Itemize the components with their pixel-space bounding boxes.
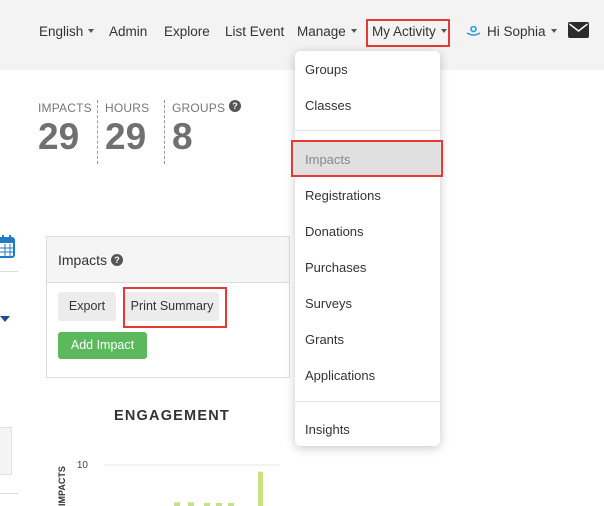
impacts-item-highlight [291,140,443,177]
user-avatar-icon [466,24,481,39]
chevron-down-icon [350,29,357,34]
export-button[interactable]: Export [58,292,116,321]
chart-bar [258,471,263,506]
dropdown-item-donations[interactable]: Donations [305,224,364,239]
chevron-down-icon [88,29,95,34]
stat-divider [164,100,165,164]
calendar-icon[interactable] [0,235,15,264]
dropdown-item-surveys[interactable]: Surveys [305,296,352,311]
dropdown-divider [295,401,440,402]
engagement-chart: IMPACTS 10 [57,460,280,506]
hours-stat-label: HOURS [105,101,150,115]
divider [0,271,18,272]
language-menu[interactable]: English [39,24,95,39]
impacts-panel-title: Impacts [58,252,108,268]
chart-bar [188,502,194,506]
language-label: English [39,24,84,39]
hours-stat-value: 29 [105,116,147,157]
chart-bars [174,471,263,506]
divider [0,493,18,494]
explore-link[interactable]: Explore [164,24,210,39]
help-icon[interactable]: ? [111,254,124,267]
chart-bar [174,502,180,506]
my-activity-highlight [366,19,450,47]
impacts-panel-header: Impacts? [47,237,289,283]
side-panel-edge [0,427,12,475]
impacts-stat-label: IMPACTS [38,101,92,115]
chevron-down-icon[interactable] [0,316,10,322]
dropdown-divider [295,130,440,131]
list-event-link[interactable]: List Event [225,24,284,39]
impacts-stat-value: 29 [38,116,80,157]
admin-link[interactable]: Admin [109,24,147,39]
manage-label: Manage [297,24,346,39]
dropdown-item-insights[interactable]: Insights [305,422,350,437]
chart-y-tick-label: 10 [77,460,89,471]
my-activity-dropdown: Groups Classes Impacts Registrations Don… [295,51,440,446]
groups-help-icon[interactable]: ? [229,100,241,112]
groups-stat-label: GROUPS [172,101,226,115]
dropdown-item-grants[interactable]: Grants [305,332,344,347]
envelope-icon[interactable] [568,22,589,43]
chart-y-axis-label: IMPACTS [57,466,67,506]
greeting-label: Hi Sophia [487,24,546,39]
add-impact-button[interactable]: Add Impact [58,332,147,359]
groups-stat-value: 8 [172,116,193,157]
dropdown-item-registrations[interactable]: Registrations [305,188,381,203]
user-menu[interactable]: Hi Sophia [466,24,557,40]
dropdown-item-applications[interactable]: Applications [305,368,375,383]
manage-menu[interactable]: Manage [297,24,357,39]
dropdown-item-groups[interactable]: Groups [305,62,348,77]
chart-title: ENGAGEMENT [114,408,230,424]
dropdown-item-purchases[interactable]: Purchases [305,260,366,275]
chevron-down-icon [550,29,557,34]
dropdown-item-classes[interactable]: Classes [305,98,351,113]
print-summary-highlight [123,287,227,328]
stat-divider [97,100,98,164]
